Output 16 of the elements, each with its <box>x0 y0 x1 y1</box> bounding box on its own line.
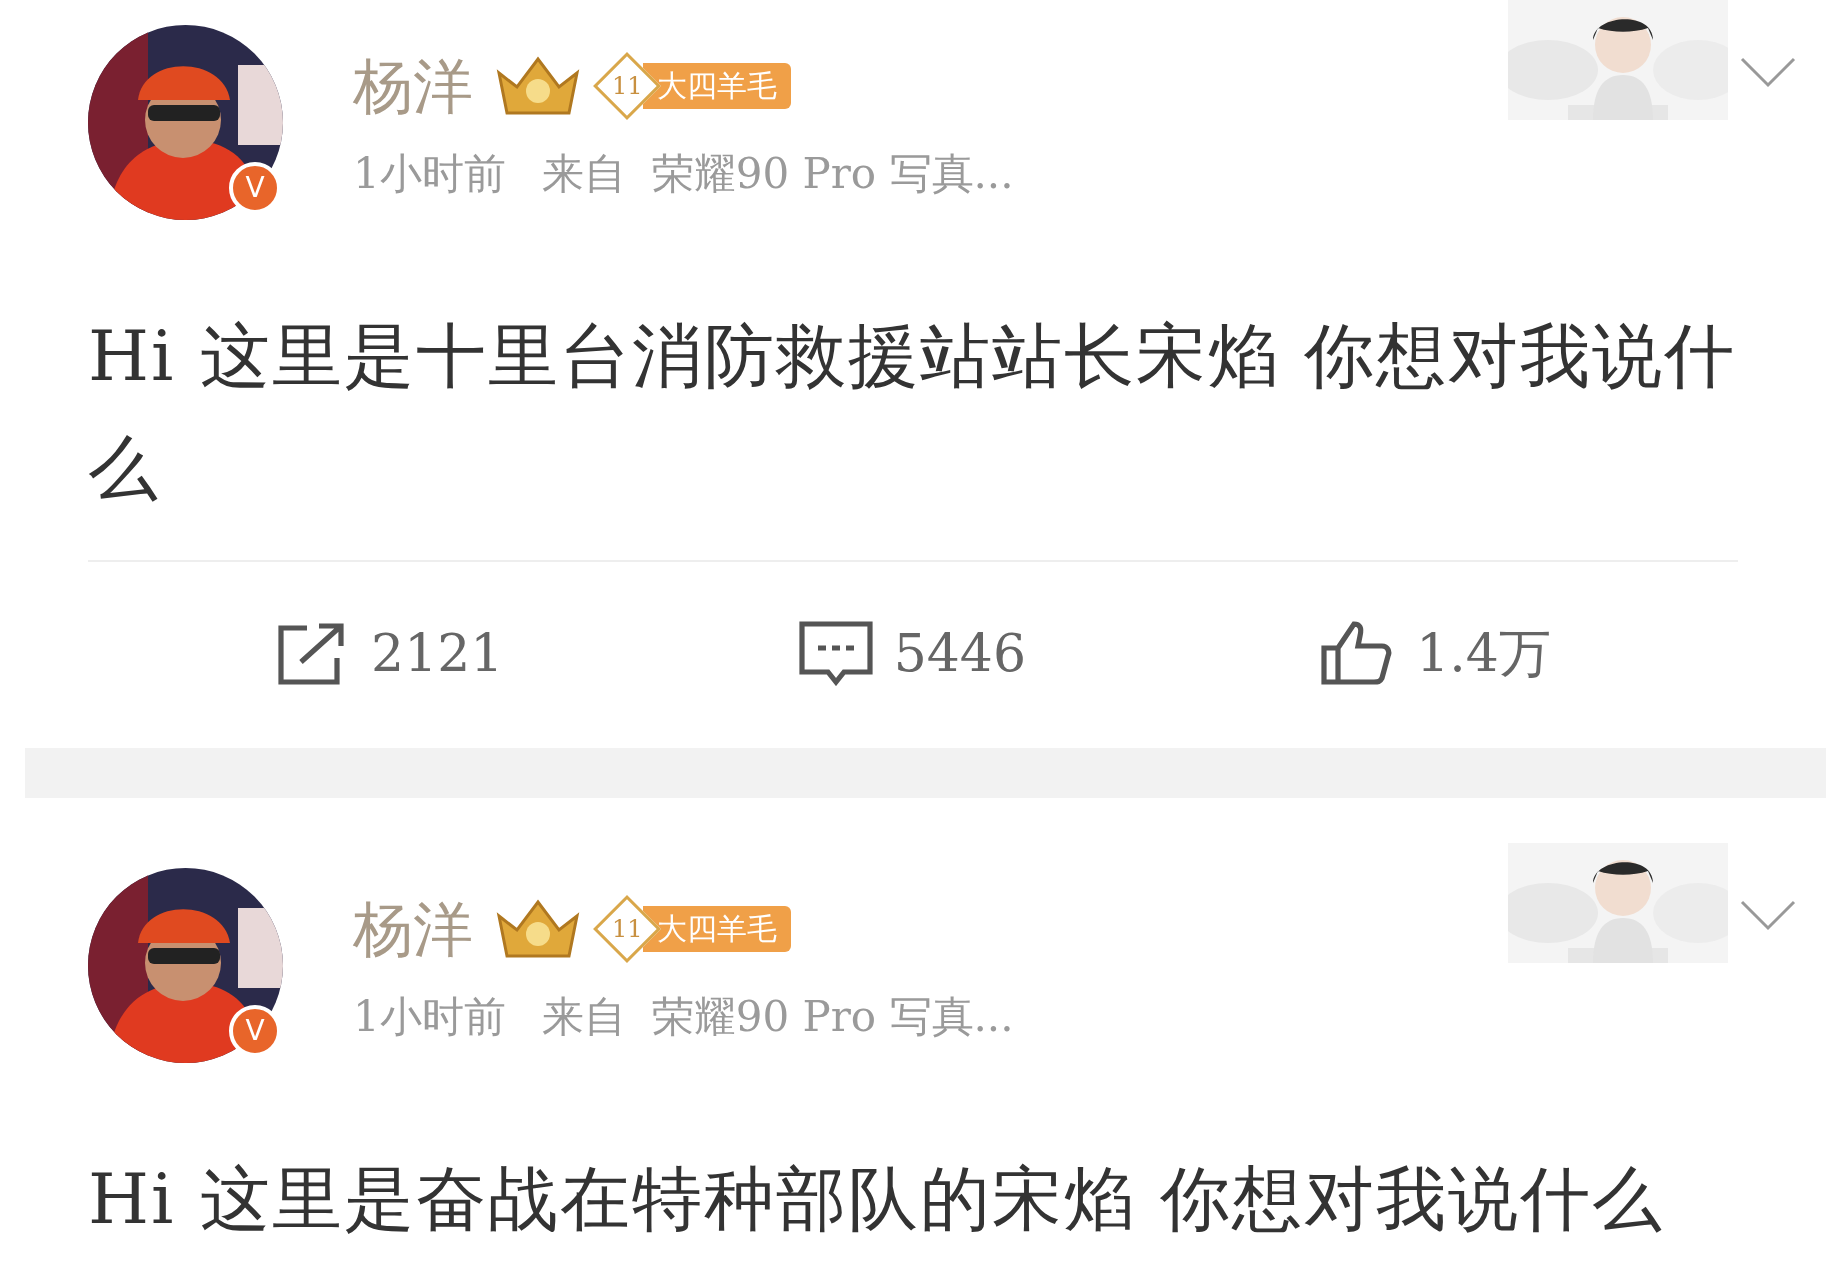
source-label: 来自 <box>541 153 626 195</box>
username[interactable]: 杨洋 <box>353 56 473 116</box>
source-label: 来自 <box>541 996 626 1038</box>
crown-icon <box>495 55 581 117</box>
crown-icon <box>495 898 581 960</box>
repost-button[interactable]: 2121 <box>275 620 504 686</box>
source-device[interactable]: 荣耀90 Pro 写真... <box>651 153 1014 195</box>
post-text: Hi 这里是十里台消防救援站站长宋焰 你想对我说什么 <box>88 314 1737 511</box>
comment-icon <box>797 620 874 686</box>
comment-button[interactable]: 5446 <box>797 620 1026 686</box>
post-time: 1小时前 <box>353 996 506 1038</box>
post-text: Hi 这里是奋战在特种部队的宋焰 你想对我说什么 <box>88 1157 1665 1242</box>
post-time: 1小时前 <box>353 153 506 195</box>
source-device[interactable]: 荣耀90 Pro 写真... <box>651 996 1014 1038</box>
like-button[interactable]: 1.4万 <box>1320 620 1551 686</box>
username[interactable]: 杨洋 <box>353 899 473 959</box>
